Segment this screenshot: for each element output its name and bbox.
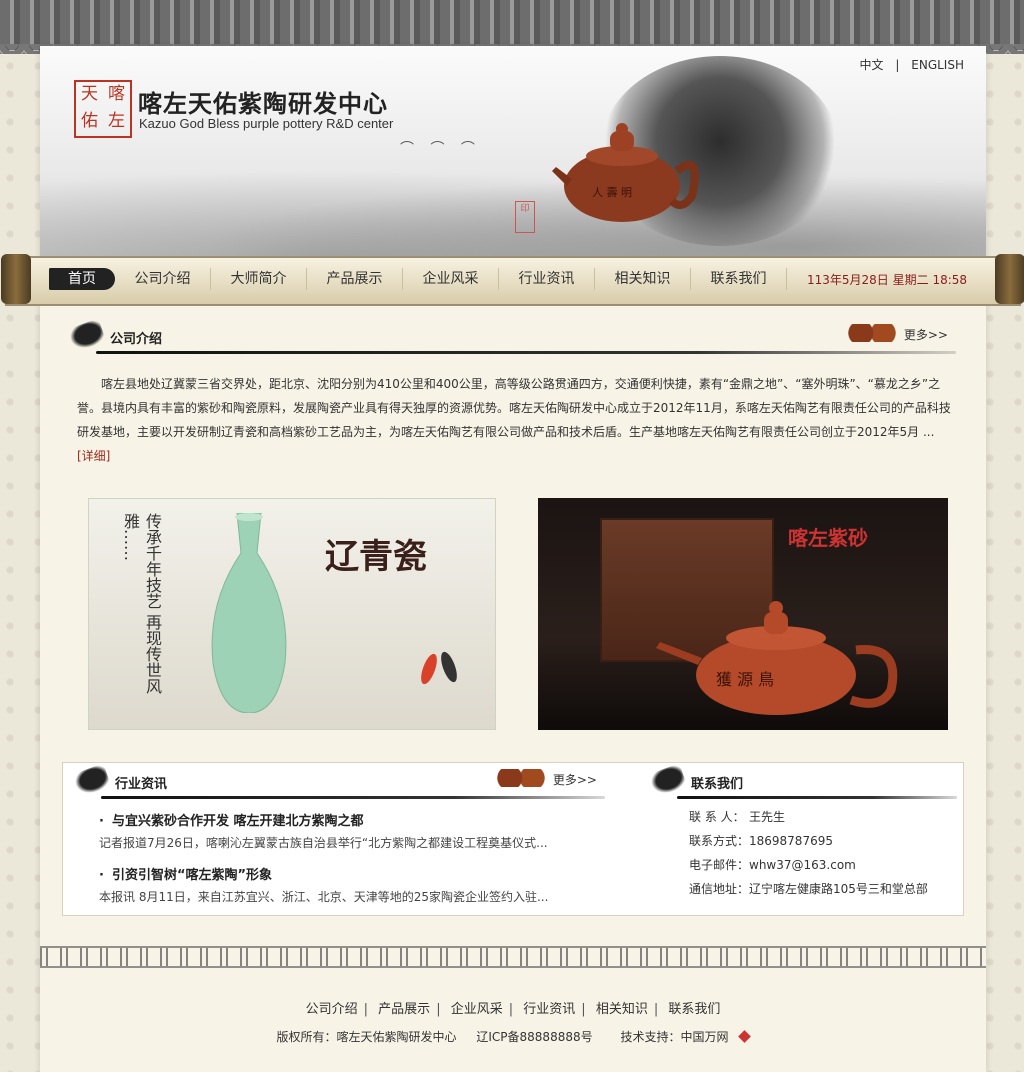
liao-celadon-banner[interactable]: 传承千年技艺 再现传世风雅…… 辽青瓷	[88, 498, 496, 730]
nav-industry-news[interactable]: 行业资讯	[499, 268, 595, 290]
footer-sep: |	[508, 1002, 514, 1017]
lang-cn-link[interactable]: 中文	[860, 58, 884, 72]
purple-clay-teapot-image: 獲 源 鳥	[656, 601, 898, 715]
celadon-title: 辽青瓷	[325, 537, 427, 577]
news-item: · 引资引智树“喀左紫陶”形象 本报讯 8月11日，来自江苏宜兴、浙江、北京、天津…	[99, 865, 609, 907]
news-item-title[interactable]: · 引资引智树“喀左紫陶”形象	[99, 865, 609, 887]
company-intro-heading: 公司介绍 更多>>	[62, 318, 956, 358]
teapot-inscription: 獲 源 鳥	[716, 670, 774, 689]
lang-separator: |	[895, 58, 900, 72]
news-title: 行业资讯	[115, 777, 168, 792]
small-stamp-decoration: 印	[515, 201, 535, 233]
contact-heading: 联系我们	[643, 763, 957, 803]
footer-sep: |	[436, 1002, 441, 1017]
nav-masters[interactable]: 大师简介	[211, 268, 307, 290]
footer-copyright: 版权所有：喀左天佑紫陶研发中心 辽ICP备88888888号 技术支持：中国万网	[40, 1028, 986, 1045]
news-contact-panel: 行业资讯 更多>> · 与宜兴紫砂合作开发 喀左开建北方紫陶之都 记者报道7月26…	[62, 762, 964, 916]
company-intro-title: 公司介绍	[110, 332, 163, 347]
seal-char: 喀	[108, 84, 125, 104]
nav-company-intro[interactable]: 公司介绍	[115, 268, 211, 290]
contact-row: 联系方式：18698787695	[689, 834, 833, 848]
footer-link-company[interactable]: 公司介绍	[306, 1002, 358, 1017]
news-item-desc: 本报讯 8月11日，来自江苏宜兴、浙江、北京、天津等地的25家陶瓷企业签约入驻.…	[99, 890, 549, 904]
company-more-link[interactable]: 更多>>	[904, 326, 948, 343]
language-switcher: 中文 | ENGLISH	[856, 56, 968, 73]
heading-underline	[96, 351, 956, 354]
footer-link-style[interactable]: 企业风采	[451, 1002, 503, 1017]
heading-underline	[677, 796, 957, 799]
contact-row: 电子邮件：whw37@163.com	[689, 858, 856, 872]
nav-products[interactable]: 产品展示	[307, 268, 403, 290]
current-date: 113年5月28日 星期二 18:58	[807, 272, 968, 287]
footer-link-knowledge[interactable]: 相关知识	[596, 1002, 648, 1017]
tech-support[interactable]: 技术支持：中国万网	[612, 1030, 752, 1044]
footer-fret-border	[40, 946, 986, 968]
footer-sep: |	[581, 1002, 586, 1017]
mist-decoration	[40, 156, 986, 256]
contact-info: 联 系 人： 王先生 联系方式：18698787695 电子邮件：whw37@16…	[689, 805, 928, 901]
teapot-image: 人 壽 明	[552, 123, 699, 222]
footer-nav: 公司介绍 | 产品展示 | 企业风采 | 行业资讯 | 相关知识 | 联系我们	[40, 998, 986, 1017]
seal-char: 天	[81, 84, 98, 104]
icp-number[interactable]: 辽ICP备88888888号	[476, 1030, 592, 1044]
site-subtitle: Kazuo God Bless purple pottery R&D cente…	[139, 116, 394, 131]
news-heading: 行业资讯 更多>>	[67, 763, 605, 803]
header-banner: 天 喀 佑 左 喀左天佑紫陶研发中心 Kazuo God Bless purpl…	[40, 46, 986, 256]
nav-contact[interactable]: 联系我们	[691, 268, 787, 290]
diamond-icon	[738, 1030, 752, 1043]
site-title: 喀左天佑紫陶研发中心	[138, 89, 388, 118]
news-more-link[interactable]: 更多>>	[553, 771, 597, 788]
footer-link-contact[interactable]: 联系我们	[668, 1002, 720, 1017]
svg-text:人 壽 明: 人 壽 明	[592, 185, 632, 199]
celadon-vase-image	[211, 513, 287, 713]
company-intro-body: 喀左县地处辽冀蒙三省交界处，距北京、沈阳分别为410公里和400公里，高等级公路…	[77, 377, 951, 439]
koi-fish-decoration	[421, 651, 457, 685]
news-item-desc: 记者报道7月26日，喀喇沁左翼蒙古族自治县举行“北方紫陶之都建设工程奠基仪式..…	[99, 836, 548, 850]
page-container: 天 喀 佑 左 喀左天佑紫陶研发中心 Kazuo God Bless purpl…	[1, 46, 1024, 1072]
nav-home[interactable]: 首页	[49, 268, 115, 290]
nav-knowledge[interactable]: 相关知识	[595, 268, 691, 290]
main-navbar: 首页 公司介绍 大师简介 产品展示 企业风采 行业资讯 相关知识 联系我们 11…	[1, 254, 1024, 306]
scroll-end-left	[1, 254, 31, 304]
lang-en-link[interactable]: ENGLISH	[911, 58, 964, 72]
nav-items: 首页 公司介绍 大师简介 产品展示 企业风采 行业资讯 相关知识 联系我们 11…	[49, 256, 967, 302]
contact-row: 通信地址：辽宁喀左健康路105号三和堂总部	[689, 882, 928, 896]
news-item-title[interactable]: · 与宜兴紫砂合作开发 喀左开建北方紫陶之都	[99, 811, 609, 833]
seal-char: 左	[108, 111, 125, 131]
company-detail-link[interactable]: [详细]	[77, 449, 110, 463]
footer-link-products[interactable]: 产品展示	[378, 1002, 430, 1017]
cloud-icon	[493, 769, 549, 787]
roof-tiles-decoration	[0, 0, 1024, 54]
contact-row: 联 系 人： 王先生	[689, 810, 786, 824]
purple-clay-title: 喀左紫砂	[788, 526, 868, 550]
footer-sep: |	[653, 1002, 659, 1017]
birds-decoration: ⌒ ⌒ ⌒	[400, 141, 481, 157]
scroll-end-right	[995, 254, 1024, 304]
copyright-text: 版权所有：喀左天佑紫陶研发中心	[276, 1030, 457, 1044]
nav-corporate-style[interactable]: 企业风采	[403, 268, 499, 290]
seal-char: 佑	[81, 111, 98, 131]
contact-title: 联系我们	[691, 777, 744, 792]
kazuo-purple-clay-banner[interactable]: 喀左紫砂 獲 源 鳥	[538, 498, 948, 730]
news-list: · 与宜兴紫砂合作开发 喀左开建北方紫陶之都 记者报道7月26日，喀喇沁左翼蒙古族…	[99, 811, 609, 919]
company-intro-text: 喀左县地处辽冀蒙三省交界处，距北京、沈阳分别为410公里和400公里，高等级公路…	[77, 372, 951, 468]
footer-sep: |	[363, 1002, 369, 1017]
news-item: · 与宜兴紫砂合作开发 喀左开建北方紫陶之都 记者报道7月26日，喀喇沁左翼蒙古族…	[99, 811, 609, 853]
celadon-vertical-text: 传承千年技艺 再现传世风雅……	[121, 513, 162, 695]
cloud-icon	[844, 324, 900, 342]
logo-seal[interactable]: 天 喀 佑 左	[74, 80, 132, 138]
footer-link-news[interactable]: 行业资讯	[523, 1002, 575, 1017]
heading-underline	[101, 796, 605, 799]
